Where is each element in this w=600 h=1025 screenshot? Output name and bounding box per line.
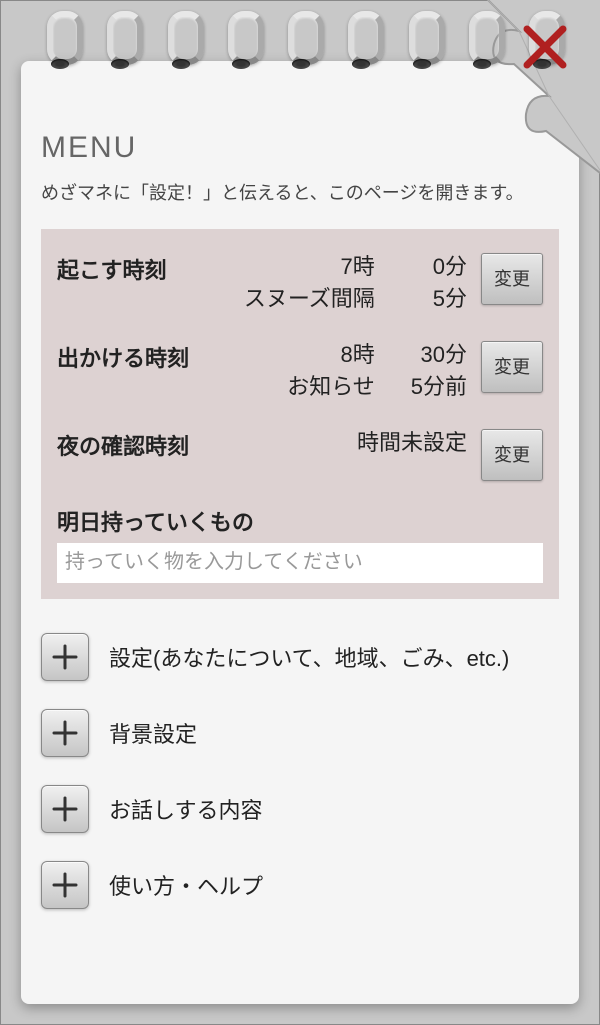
settings-panel: 起こす時刻 7時 0分 スヌーズ間隔 5分 変更 出かける時刻 8時 30分 xyxy=(41,229,559,599)
leave-change-button[interactable]: 変更 xyxy=(481,341,543,393)
wake-min: 0分 xyxy=(387,251,467,283)
plus-icon xyxy=(41,633,89,681)
page-title: MENU xyxy=(41,131,559,165)
leave-min: 30分 xyxy=(387,339,467,371)
leave-time-row: 出かける時刻 8時 30分 お知らせ 5分前 変更 xyxy=(57,339,543,403)
menu-item-label: 背景設定 xyxy=(109,717,197,749)
night-check-values: 時間未設定 xyxy=(217,427,481,459)
bring-input[interactable] xyxy=(57,543,543,583)
leave-time-label: 出かける時刻 xyxy=(57,339,217,373)
wake-time-label: 起こす時刻 xyxy=(57,251,217,285)
menu-item-background[interactable]: 背景設定 xyxy=(41,709,559,757)
night-change-button[interactable]: 変更 xyxy=(481,429,543,481)
wake-change-button[interactable]: 変更 xyxy=(481,253,543,305)
leave-time-values: 8時 30分 お知らせ 5分前 xyxy=(217,339,481,403)
wake-time-values: 7時 0分 スヌーズ間隔 5分 xyxy=(217,251,481,315)
leave-hour: 8時 xyxy=(295,339,375,371)
menu-item-label: 使い方・ヘルプ xyxy=(109,869,263,901)
menu-item-label: お話しする内容 xyxy=(109,793,263,825)
spiral-binding xyxy=(41,11,559,76)
snooze-value: 5分 xyxy=(387,283,467,315)
night-check-label: 夜の確認時刻 xyxy=(57,427,217,461)
menu-item-label: 設定(あなたについて、地域、ごみ、etc.) xyxy=(109,641,509,673)
page-subtitle: めざマネに「設定！」と伝えると、このページを開きます。 xyxy=(41,179,559,205)
menu-expand-list: 設定(あなたについて、地域、ごみ、etc.) 背景設定 お話しする内容 使い方・… xyxy=(41,633,559,909)
close-button[interactable] xyxy=(519,21,571,73)
night-check-row: 夜の確認時刻 時間未設定 変更 xyxy=(57,427,543,481)
menu-item-talk[interactable]: お話しする内容 xyxy=(41,785,559,833)
night-value: 時間未設定 xyxy=(357,430,467,455)
menu-item-help[interactable]: 使い方・ヘルプ xyxy=(41,861,559,909)
plus-icon xyxy=(41,785,89,833)
wake-hour: 7時 xyxy=(295,251,375,283)
wake-time-row: 起こす時刻 7時 0分 スヌーズ間隔 5分 変更 xyxy=(57,251,543,315)
menu-item-settings[interactable]: 設定(あなたについて、地域、ごみ、etc.) xyxy=(41,633,559,681)
plus-icon xyxy=(41,861,89,909)
bring-section: 明日持っていくもの xyxy=(57,505,543,583)
bring-label: 明日持っていくもの xyxy=(57,505,543,537)
notify-label: お知らせ xyxy=(287,374,375,399)
notepad-card: MENU めざマネに「設定！」と伝えると、このページを開きます。 起こす時刻 7… xyxy=(21,61,579,1004)
app-background: MENU めざマネに「設定！」と伝えると、このページを開きます。 起こす時刻 7… xyxy=(0,0,600,1025)
snooze-label: スヌーズ間隔 xyxy=(244,286,375,311)
plus-icon xyxy=(41,709,89,757)
notify-value: 5分前 xyxy=(387,371,467,403)
